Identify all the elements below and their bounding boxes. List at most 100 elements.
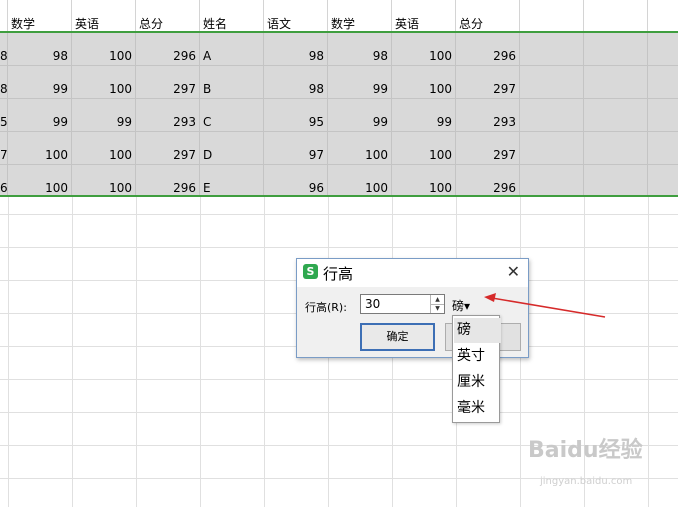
grid-line <box>200 197 201 507</box>
empty-cell[interactable] <box>520 99 584 131</box>
selection-border-top <box>0 31 678 33</box>
cell[interactable]: D <box>200 132 264 164</box>
cell[interactable]: 297 <box>456 66 520 98</box>
cell[interactable]: 100 <box>392 33 456 65</box>
cell[interactable]: 99 <box>72 99 136 131</box>
cell[interactable]: 98 <box>264 66 328 98</box>
ok-button[interactable]: 确定 <box>360 323 435 351</box>
grid-line <box>8 197 9 507</box>
header-cell[interactable]: 数学 <box>8 0 72 33</box>
spin-down-icon[interactable]: ▼ <box>431 304 444 313</box>
unit-option-inch[interactable]: 英寸 <box>454 344 501 369</box>
empty-cell[interactable] <box>584 33 648 65</box>
cell[interactable]: 99 <box>8 99 72 131</box>
row-height-label: 行高(R): <box>305 301 347 314</box>
dialog-title: 行高 <box>323 265 354 283</box>
cell[interactable]: 99 <box>8 66 72 98</box>
grid-line <box>0 214 678 215</box>
grid-line <box>264 197 265 507</box>
table-row: 5 99 99 293 C 95 99 99 293 <box>0 99 678 132</box>
cell[interactable]: C <box>200 99 264 131</box>
cell[interactable]: 5 <box>0 99 8 131</box>
cell[interactable]: 100 <box>72 66 136 98</box>
cell[interactable]: E <box>200 165 264 195</box>
cell[interactable]: 95 <box>264 99 328 131</box>
empty-cell[interactable] <box>520 165 584 195</box>
header-cell[interactable]: 数学 <box>328 0 392 33</box>
unit-select[interactable]: 磅▾ <box>452 297 470 314</box>
cell[interactable]: 293 <box>136 99 200 131</box>
watermark-url: jingyan.baidu.com <box>540 476 633 487</box>
empty-cell[interactable] <box>520 0 584 33</box>
cell[interactable]: 293 <box>456 99 520 131</box>
empty-cell[interactable] <box>648 0 678 33</box>
cell[interactable]: 296 <box>456 33 520 65</box>
cell[interactable]: 7 <box>0 132 8 164</box>
cell[interactable]: 8 <box>0 66 8 98</box>
watermark-logo: Baidu经验 <box>528 438 643 463</box>
empty-cell[interactable] <box>584 0 648 33</box>
header-cell[interactable]: 英语 <box>392 0 456 33</box>
header-cell-partial[interactable] <box>0 0 8 33</box>
cell[interactable]: 296 <box>136 33 200 65</box>
empty-cell[interactable] <box>584 132 648 164</box>
cell[interactable]: 100 <box>392 165 456 195</box>
cell[interactable]: 99 <box>328 66 392 98</box>
cell[interactable]: B <box>200 66 264 98</box>
cell[interactable]: 98 <box>8 33 72 65</box>
selected-range[interactable]: 8 98 100 296 A 98 98 100 296 8 99 100 29… <box>0 33 678 197</box>
grid-line <box>0 247 678 248</box>
row-height-value[interactable]: 30 <box>365 297 380 311</box>
cell[interactable]: 296 <box>136 165 200 195</box>
cell[interactable]: 297 <box>136 66 200 98</box>
table-row: 8 98 100 296 A 98 98 100 296 <box>0 33 678 66</box>
spinner: ▲ ▼ <box>430 295 444 313</box>
unit-dropdown: 磅 英寸 厘米 毫米 <box>452 315 501 423</box>
grid-line <box>648 197 649 507</box>
grid-line <box>0 412 678 413</box>
unit-option-pound[interactable]: 磅 <box>454 318 501 343</box>
empty-cell[interactable] <box>584 66 648 98</box>
header-cell[interactable]: 总分 <box>136 0 200 33</box>
grid-line <box>0 379 678 380</box>
table-row: 8 99 100 297 B 98 99 100 297 <box>0 66 678 99</box>
cell[interactable]: 100 <box>72 33 136 65</box>
row-height-input[interactable]: 30 ▲ ▼ <box>360 294 445 314</box>
cell[interactable]: 297 <box>456 132 520 164</box>
cell[interactable]: 6 <box>0 165 8 195</box>
cell[interactable]: 96 <box>264 165 328 195</box>
header-row: 数学 英语 总分 姓名 语文 数学 英语 总分 <box>0 0 678 33</box>
header-cell[interactable]: 语文 <box>264 0 328 33</box>
empty-cell[interactable] <box>520 132 584 164</box>
cell[interactable]: 99 <box>392 99 456 131</box>
cell[interactable]: 8 <box>0 33 8 65</box>
cell[interactable]: 100 <box>392 132 456 164</box>
header-cell[interactable]: 总分 <box>456 0 520 33</box>
unit-option-mm[interactable]: 毫米 <box>454 396 501 421</box>
empty-cell[interactable] <box>584 99 648 131</box>
cell[interactable]: 97 <box>264 132 328 164</box>
header-cell[interactable]: 英语 <box>72 0 136 33</box>
cell[interactable]: A <box>200 33 264 65</box>
cell[interactable]: 296 <box>456 165 520 195</box>
cell[interactable]: 100 <box>328 132 392 164</box>
dialog-titlebar[interactable]: S 行高 ✕ <box>297 259 528 287</box>
empty-cell[interactable] <box>520 33 584 65</box>
empty-cell[interactable] <box>520 66 584 98</box>
header-cell[interactable]: 姓名 <box>200 0 264 33</box>
empty-cell[interactable] <box>584 165 648 195</box>
close-icon[interactable]: ✕ <box>507 262 520 281</box>
cell[interactable]: 100 <box>72 165 136 195</box>
cell[interactable]: 99 <box>328 99 392 131</box>
cell[interactable]: 100 <box>392 66 456 98</box>
cell[interactable]: 100 <box>72 132 136 164</box>
unit-option-cm[interactable]: 厘米 <box>454 370 501 395</box>
table-row: 7 100 100 297 D 97 100 100 297 <box>0 132 678 165</box>
cell[interactable]: 98 <box>264 33 328 65</box>
cell[interactable]: 98 <box>328 33 392 65</box>
cell[interactable]: 297 <box>136 132 200 164</box>
cell[interactable]: 100 <box>8 132 72 164</box>
cell[interactable]: 100 <box>328 165 392 195</box>
wps-logo-icon: S <box>303 264 318 279</box>
cell[interactable]: 100 <box>8 165 72 195</box>
